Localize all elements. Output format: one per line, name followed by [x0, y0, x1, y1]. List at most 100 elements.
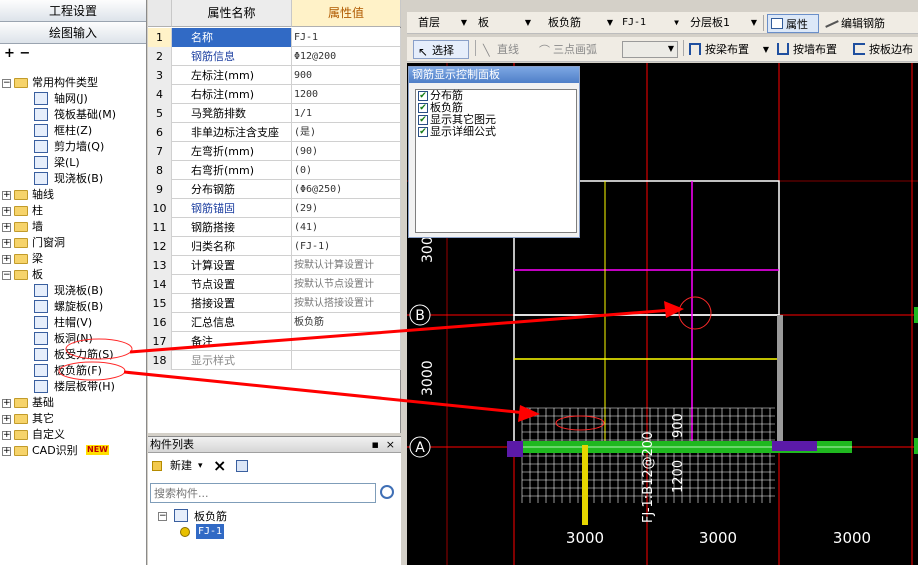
property-value[interactable]: FJ-1: [292, 28, 401, 47]
property-row[interactable]: 13 计算设置 按默认计算设置计: [148, 256, 401, 275]
category-select[interactable]: 板 ▼: [475, 14, 535, 32]
expand-icon[interactable]: +: [2, 255, 11, 264]
expand-icon[interactable]: +: [2, 431, 11, 440]
checkbox-checked-icon[interactable]: ✔: [418, 103, 428, 113]
property-value[interactable]: (Φ6@250): [292, 180, 401, 199]
panel-title[interactable]: 钢筋显示控制面板: [409, 67, 579, 83]
drawing-input-button[interactable]: 绘图输入: [0, 22, 146, 44]
property-row[interactable]: 17 备注: [148, 332, 401, 351]
expand-icon[interactable]: +: [2, 447, 11, 456]
property-value[interactable]: (41): [292, 218, 401, 237]
edit-rebar-button[interactable]: 编辑钢筋: [823, 14, 915, 33]
panel-option[interactable]: ✔ 显示详细公式: [416, 126, 576, 138]
tree-item[interactable]: 筏板基础(M): [0, 107, 146, 123]
property-value[interactable]: (是): [292, 123, 401, 142]
property-row[interactable]: 7 左弯折(mm) (90): [148, 142, 401, 161]
property-row[interactable]: 14 节点设置 按默认节点设置计: [148, 275, 401, 294]
collapse-icon[interactable]: −: [2, 79, 11, 88]
property-row[interactable]: 3 左标注(mm) 900: [148, 66, 401, 85]
property-value[interactable]: [292, 332, 401, 351]
tree-item[interactable]: 轴网(J): [0, 91, 146, 107]
property-value[interactable]: 1200: [292, 85, 401, 104]
expand-icon[interactable]: +: [2, 191, 11, 200]
arc-button[interactable]: ⌒ 三点画弧: [537, 40, 617, 59]
floor-select[interactable]: 首层 ▼: [415, 14, 471, 32]
copy-icon[interactable]: [236, 460, 248, 472]
tree-item[interactable]: 板负筋(F): [0, 363, 146, 379]
property-value[interactable]: [292, 351, 401, 370]
property-value[interactable]: 板负筋: [292, 313, 401, 332]
engineering-settings-button[interactable]: 工程设置: [0, 0, 146, 22]
checkbox-checked-icon[interactable]: ✔: [418, 115, 428, 125]
tree-item[interactable]: + 其它: [0, 411, 146, 427]
property-value[interactable]: 按默认节点设置计: [292, 275, 401, 294]
search-icon[interactable]: [380, 485, 394, 499]
tree-item[interactable]: 现浇板(B): [0, 171, 146, 187]
property-row[interactable]: 4 右标注(mm) 1200: [148, 85, 401, 104]
mode-combo[interactable]: ▼: [622, 41, 678, 58]
expand-icon[interactable]: +: [2, 223, 11, 232]
property-value[interactable]: 900: [292, 66, 401, 85]
place-by-slab-edge-button[interactable]: 按板边布: [851, 40, 918, 59]
tree-item[interactable]: 板受力筋(S): [0, 347, 146, 363]
component-select[interactable]: FJ-1 ▼: [619, 14, 683, 32]
collapse-icon[interactable]: −: [2, 271, 11, 280]
property-row[interactable]: 2 钢筋信息 Φ12@200: [148, 47, 401, 66]
property-value[interactable]: (0): [292, 161, 401, 180]
layer-select[interactable]: 分层板1 ▼: [687, 14, 761, 32]
expand-icon[interactable]: +: [2, 399, 11, 408]
checkbox-checked-icon[interactable]: ✔: [418, 127, 428, 137]
tree-item[interactable]: − 常用构件类型: [0, 75, 146, 91]
tree-item[interactable]: + 门窗洞: [0, 235, 146, 251]
new-dropdown-icon[interactable]: ▾: [198, 453, 203, 479]
property-row[interactable]: 5 马凳筋排数 1/1: [148, 104, 401, 123]
property-row[interactable]: 12 归类名称 (FJ-1): [148, 237, 401, 256]
tree-item[interactable]: + 梁: [0, 251, 146, 267]
delete-icon[interactable]: ×: [213, 453, 226, 479]
tree-item[interactable]: + 柱: [0, 203, 146, 219]
expand-icon[interactable]: +: [2, 207, 11, 216]
property-row[interactable]: 11 钢筋搭接 (41): [148, 218, 401, 237]
place-by-wall-button[interactable]: 按墙布置: [775, 40, 849, 59]
select-button[interactable]: ↖ 选择: [413, 40, 469, 59]
close-icon[interactable]: ×: [386, 437, 395, 453]
component-tree-root[interactable]: − 板负筋: [154, 508, 394, 524]
tree-item[interactable]: + 基础: [0, 395, 146, 411]
expand-icon[interactable]: +: [2, 239, 11, 248]
property-row[interactable]: 15 搭接设置 按默认搭接设置计: [148, 294, 401, 313]
property-value[interactable]: (29): [292, 199, 401, 218]
property-row[interactable]: +18显示样式: [148, 351, 401, 370]
expand-icon[interactable]: +: [2, 415, 11, 424]
tree-item[interactable]: 现浇板(B): [0, 283, 146, 299]
line-button[interactable]: ╲ 直线: [481, 40, 533, 59]
tree-item[interactable]: + 自定义: [0, 427, 146, 443]
tree-item[interactable]: − 板: [0, 267, 146, 283]
new-button[interactable]: 新建: [170, 453, 192, 479]
expand-collapse-toolbar[interactable]: + −: [0, 44, 146, 64]
tree-item[interactable]: + CAD识别 NEW: [0, 443, 146, 459]
property-row[interactable]: 1 名称 FJ-1: [148, 28, 401, 47]
tree-item[interactable]: 板洞(N): [0, 331, 146, 347]
property-row[interactable]: 10 钢筋锚固 (29): [148, 199, 401, 218]
tree-item[interactable]: 剪力墙(Q): [0, 139, 146, 155]
property-value[interactable]: (90): [292, 142, 401, 161]
tree-item[interactable]: + 墙: [0, 219, 146, 235]
property-value[interactable]: 1/1: [292, 104, 401, 123]
place-by-beam-button[interactable]: 按梁布置 ▼: [687, 40, 771, 59]
collapse-icon[interactable]: −: [158, 512, 167, 521]
tree-item[interactable]: 楼层板带(H): [0, 379, 146, 395]
component-item-fj1[interactable]: FJ-1: [178, 524, 388, 540]
checkbox-checked-icon[interactable]: ✔: [418, 91, 428, 101]
attribute-button[interactable]: 属性: [767, 14, 819, 33]
tree-item[interactable]: 框柱(Z): [0, 123, 146, 139]
tree-item[interactable]: + 轴线: [0, 187, 146, 203]
property-value[interactable]: 按默认计算设置计: [292, 256, 401, 275]
property-value[interactable]: Φ12@200: [292, 47, 401, 66]
property-row[interactable]: 9 分布钢筋 (Φ6@250): [148, 180, 401, 199]
property-row[interactable]: 6 非单边标注含支座 (是): [148, 123, 401, 142]
property-row[interactable]: 16 汇总信息 板负筋: [148, 313, 401, 332]
tree-item[interactable]: 梁(L): [0, 155, 146, 171]
property-row[interactable]: 8 右弯折(mm) (0): [148, 161, 401, 180]
pin-icon[interactable]: ▪: [372, 437, 379, 453]
rebar-display-control-panel[interactable]: 钢筋显示控制面板 ✔ 分布筋 ✔ 板负筋 ✔ 显示其它图元 ✔ 显示详细公式: [408, 66, 580, 238]
